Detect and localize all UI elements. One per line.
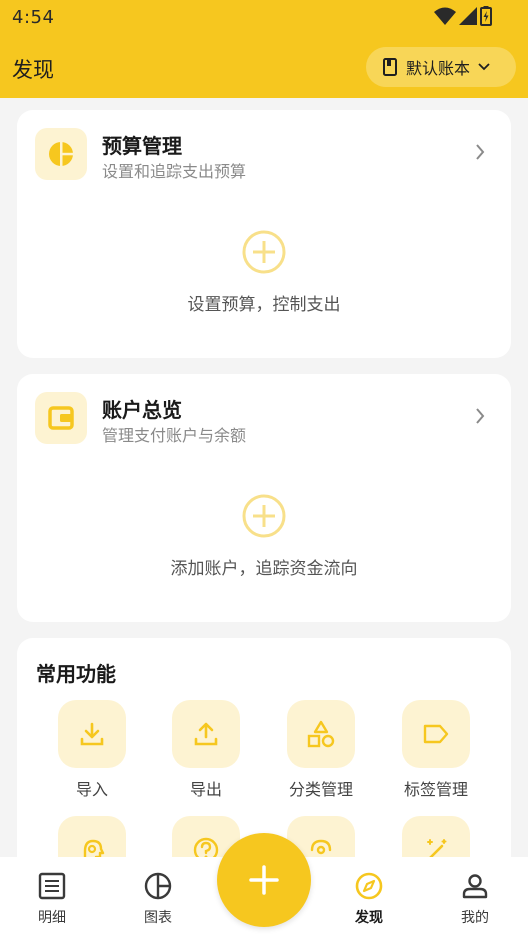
nav-item-details[interactable]: 明细 [12,871,92,927]
wallet-icon [35,392,87,444]
nav-item-mine[interactable]: 我的 [435,871,515,927]
budget-subtitle: 设置和追踪支出预算 [102,162,247,181]
status-time: 4:54 [12,7,55,28]
budget-title: 预算管理 [102,134,182,158]
signal-icon [459,7,477,25]
category-icon [287,700,355,768]
functions-title: 常用功能 [36,662,116,686]
pie-icon [144,872,172,900]
accounts-subtitle: 管理支付账户与余额 [102,426,247,445]
tag-icon [402,700,470,768]
chevron-right-icon [476,144,485,160]
wifi-icon [434,7,456,25]
app-bar: 4:54 发现 默认账本 [0,0,528,98]
nav-label: 我的 [461,910,489,926]
nav-label: 图表 [144,910,172,926]
add-budget-icon[interactable] [241,229,287,275]
import-button[interactable]: 导入 [47,700,137,800]
import-label: 导入 [75,780,108,799]
export-label: 导出 [189,780,222,799]
battery-icon [480,6,492,26]
budget-empty-text: 设置预算，控制支出 [187,295,341,315]
accounts-card[interactable]: 账户总览 管理支付账户与余额 添加账户，追踪资金流向 [17,374,511,622]
ledger-label: 默认账本 [406,59,471,78]
list-icon [38,872,66,900]
user-icon [462,874,488,899]
status-icons [434,6,492,26]
nav-item-charts[interactable]: 图表 [118,871,198,927]
nav-item-discover[interactable]: 发现 [329,871,409,927]
nav-label: 发现 [355,910,383,926]
page-title: 发现 [12,58,54,82]
export-button[interactable]: 导出 [161,700,251,800]
nav-label: 明细 [38,910,66,926]
export-icon [172,700,240,768]
tag-manage-button[interactable]: 标签管理 [391,700,481,800]
add-account-icon[interactable] [241,493,287,539]
accounts-title: 账户总览 [102,398,182,422]
ledger-selector[interactable]: 默认账本 [366,47,516,87]
accounts-empty-text: 添加账户，追踪资金流向 [170,559,358,579]
compass-icon [355,872,383,900]
budget-icon [35,128,87,180]
add-record-button[interactable] [217,833,311,927]
chevron-down-icon [478,63,490,71]
budget-card[interactable]: 预算管理 设置和追踪支出预算 设置预算，控制支出 [17,110,511,358]
category-label: 分类管理 [288,780,353,799]
import-icon [58,700,126,768]
book-icon [383,58,397,76]
category-manage-button[interactable]: 分类管理 [276,700,366,800]
chevron-right-icon [476,408,485,424]
plus-icon [249,865,279,895]
tag-label: 标签管理 [403,780,468,799]
